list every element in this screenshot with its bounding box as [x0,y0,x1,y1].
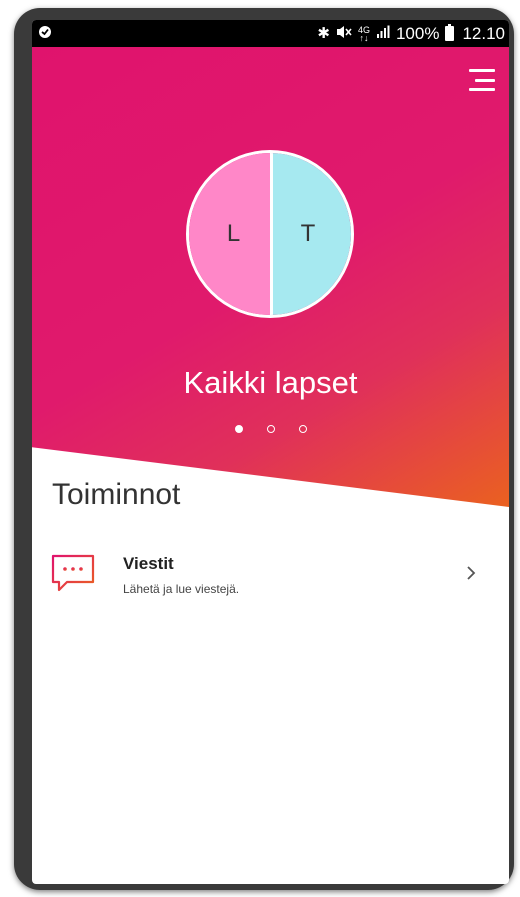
menu-icon-line [469,88,495,91]
list-item-text: Viestit Lähetä ja lue viestejä. [123,554,239,596]
menu-button[interactable] [467,69,495,91]
avatar-left-letter: L [226,220,241,247]
menu-icon-line [469,69,495,72]
status-right: ✱ 4G ↑↓ 100% 12.10 [317,24,505,44]
list-item-title: Viestit [123,554,174,573]
network-arrows-label: ↑↓ [359,32,369,43]
list-item-subtitle: Lähetä ja lue viestejä. [123,582,240,596]
pager-dot[interactable] [266,425,275,433]
status-time: 12.10 [462,23,505,43]
children-avatar[interactable]: L T [186,150,354,318]
chevron-right-icon [465,562,477,588]
bluetooth-icon: ✱ [317,25,330,42]
menu-icon-line [475,78,495,82]
list-item-messages[interactable]: Viestit Lähetä ja lue viestejä. [32,540,509,606]
section-title: Toiminnot [52,478,181,511]
avatar-right-half: T [270,153,351,315]
hero-banner: L T Kaikki lapset [32,47,509,507]
pager-dots [32,425,509,433]
pager-dot[interactable] [298,425,307,433]
avatar-left-half: L [189,153,270,315]
avatar-right-letter: T [300,220,316,247]
mute-icon [336,25,352,42]
message-bubble-icon [50,550,96,596]
pager-dot-active[interactable] [234,425,243,433]
status-bar: ✱ 4G ↑↓ 100% 12.10 [32,20,509,47]
signal-icon [376,25,390,42]
app-notification-icon [38,25,52,42]
app-screen: ✱ 4G ↑↓ 100% 12.10 L T Kaikki lapset Toi… [32,20,509,884]
battery-percent: 100% [395,23,440,43]
battery-icon [445,24,455,41]
status-left [38,25,52,42]
hero-title: Kaikki lapset [183,365,358,400]
network-type-indicator: 4G ↑↓ [358,25,370,43]
